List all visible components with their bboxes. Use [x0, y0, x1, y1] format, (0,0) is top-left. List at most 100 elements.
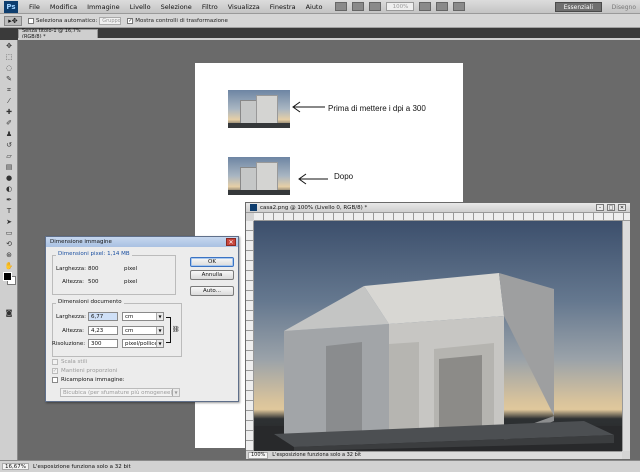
minimize-button[interactable]: – — [596, 204, 604, 211]
menu-selezione[interactable]: Selezione — [156, 3, 197, 11]
transform-controls-checkbox[interactable] — [127, 17, 134, 24]
menu-modifica[interactable]: Modifica — [45, 3, 82, 11]
chevron-down-icon: ▼ — [156, 327, 163, 334]
image-size-dialog: Dimensione immagine ✕ Dimensioni pixel: … — [45, 236, 239, 402]
chevron-down-icon: ▼ — [156, 313, 163, 320]
hand-icon[interactable]: ✋ — [3, 261, 15, 271]
doc-width-input[interactable]: 6,77 — [88, 312, 118, 321]
menu-immagine[interactable]: Immagine — [82, 3, 125, 11]
gradient-icon[interactable]: ▤ — [3, 162, 15, 172]
menu-file[interactable]: File — [24, 3, 45, 11]
extras-icon[interactable] — [369, 2, 382, 11]
arrange-docs-icon[interactable] — [436, 2, 449, 11]
workspace-essentials-button[interactable]: Essenziali — [554, 2, 602, 12]
doc-height-input[interactable]: 4,23 — [88, 326, 118, 335]
annotation-after: Dopo — [334, 172, 354, 181]
pixel-width-label: Larghezza: — [56, 266, 86, 272]
thumbnail-before — [228, 90, 290, 128]
auto-button[interactable]: Auto... — [190, 286, 234, 296]
doc-height-unit-select[interactable]: cm ▼ — [122, 326, 164, 335]
annotation-before: Prima di mettere i dpi a 300 — [328, 104, 426, 113]
zoom-level-field[interactable]: 16,67% — [2, 463, 29, 470]
pixel-dimensions-group — [52, 255, 176, 295]
dialog-titlebar[interactable]: Dimensione immagine — [46, 237, 238, 247]
healing-icon[interactable]: ✚ — [3, 107, 15, 117]
3d-rotate-icon[interactable]: ⟲ — [3, 239, 15, 249]
horizontal-scrollbar[interactable] — [356, 451, 622, 459]
resample-label: Ricampiona immagine: — [61, 377, 125, 383]
auto-select-checkbox[interactable] — [28, 17, 34, 24]
3d-orbit-icon[interactable]: ⊛ — [3, 250, 15, 260]
doc-height-unit: cm — [125, 327, 134, 334]
pen-icon[interactable]: ✒ — [3, 195, 15, 205]
doc-width-unit-select[interactable]: cm ▼ — [122, 312, 164, 321]
vertical-ruler[interactable] — [246, 221, 254, 451]
status-message: L'esposizione funziona solo a 32 bit — [32, 463, 131, 470]
history-brush-icon[interactable]: ↺ — [3, 140, 15, 150]
cancel-button[interactable]: Annulla — [190, 270, 234, 280]
shape-icon[interactable]: ▭ — [3, 228, 15, 238]
move-icon[interactable]: ✥ — [3, 41, 15, 51]
menu-bar: Ps File Modifica Immagine Livello Selezi… — [0, 0, 640, 14]
quick-select-icon[interactable]: ✎ — [3, 74, 15, 84]
constrain-proportions-option[interactable]: ✓ Mantieni proporzioni — [52, 368, 117, 374]
bridge-icon[interactable] — [335, 2, 348, 11]
dodge-icon[interactable]: ◐ — [3, 184, 15, 194]
zoom-select[interactable]: 100% — [386, 2, 415, 11]
resample-method: Bicubica (per sfumature più omogenee) — [63, 389, 173, 396]
close-button[interactable]: ✕ — [618, 204, 626, 211]
crop-icon[interactable]: ⌗ — [3, 85, 15, 95]
minibridge-icon[interactable] — [352, 2, 365, 11]
brush-icon[interactable]: ✐ — [3, 118, 15, 128]
image-zoom-field[interactable]: 100% — [248, 451, 269, 459]
eyedropper-icon[interactable]: ⁄ — [3, 96, 15, 106]
horizontal-ruler[interactable] — [254, 213, 630, 221]
transform-controls-label: Mostra controlli di trasformazione — [135, 17, 228, 24]
resample-checkbox[interactable] — [52, 377, 58, 383]
constrain-proportions-checkbox[interactable]: ✓ — [52, 368, 58, 374]
pixel-height-label: Altezza: — [62, 279, 84, 285]
resolution-label: Risoluzione: — [52, 341, 86, 347]
scale-styles-option[interactable]: Scala stili — [52, 359, 87, 365]
lasso-icon[interactable]: ◌ — [3, 63, 15, 73]
image-window: casa2.png @ 100% (Livello 0, RGB/8) * – … — [245, 202, 631, 460]
photoshop-logo: Ps — [4, 0, 18, 13]
menu-visualizza[interactable]: Visualizza — [223, 3, 265, 11]
maximize-button[interactable]: □ — [607, 204, 615, 211]
blur-icon[interactable]: ● — [3, 173, 15, 183]
path-select-icon[interactable]: ➤ — [3, 217, 15, 227]
pixel-dims-value: 1,14 MB — [107, 251, 130, 257]
clone-stamp-icon[interactable]: ♟ — [3, 129, 15, 139]
arrow-before-icon — [292, 101, 325, 113]
menu-finestra[interactable]: Finestra — [265, 3, 301, 11]
document-tab[interactable]: Senza titolo-1 @ 16,7% (RGB/8) * — [18, 28, 98, 40]
scale-styles-checkbox[interactable] — [52, 359, 58, 365]
foreground-color-swatch[interactable] — [3, 272, 12, 281]
dialog-close-button[interactable]: ✕ — [226, 238, 236, 246]
doc-height-label: Altezza: — [62, 328, 84, 334]
eraser-icon[interactable]: ▱ — [3, 151, 15, 161]
type-icon[interactable]: T — [3, 206, 15, 216]
menu-livello[interactable]: Livello — [125, 3, 156, 11]
transform-controls-option[interactable]: Mostra controlli di trasformazione — [127, 17, 228, 24]
resolution-input[interactable]: 300 — [88, 339, 118, 348]
resolution-unit-select[interactable]: pixel/pollice ▼ — [122, 339, 164, 348]
marquee-icon[interactable]: ⬚ — [3, 52, 15, 62]
auto-select-dropdown[interactable]: Gruppo — [99, 16, 122, 25]
screen-mode-icon[interactable] — [453, 2, 466, 11]
image-window-titlebar[interactable]: casa2.png @ 100% (Livello 0, RGB/8) * – … — [246, 203, 630, 213]
quick-mask-icon[interactable]: ◙ — [3, 308, 15, 318]
move-tool-preset-icon[interactable]: ▸✥ — [4, 15, 22, 26]
menu-filtro[interactable]: Filtro — [197, 3, 223, 11]
workspace-design-button[interactable]: Disegno — [612, 2, 636, 12]
status-bar: 16,67% L'esposizione funziona solo a 32 … — [0, 460, 640, 472]
resample-option[interactable]: Ricampiona immagine: — [52, 377, 124, 383]
hand-tool-icon[interactable] — [419, 2, 432, 11]
rendered-house-image — [254, 221, 622, 451]
auto-select-option[interactable]: Seleziona automatico: Gruppo — [28, 16, 122, 25]
menu-aiuto[interactable]: Aiuto — [301, 3, 328, 11]
ok-button[interactable]: OK — [190, 257, 234, 267]
resample-method-select[interactable]: Bicubica (per sfumature più omogenee) ▼ — [60, 388, 180, 397]
vertical-scrollbar[interactable] — [622, 221, 630, 451]
resolution-unit: pixel/pollice — [125, 340, 158, 347]
